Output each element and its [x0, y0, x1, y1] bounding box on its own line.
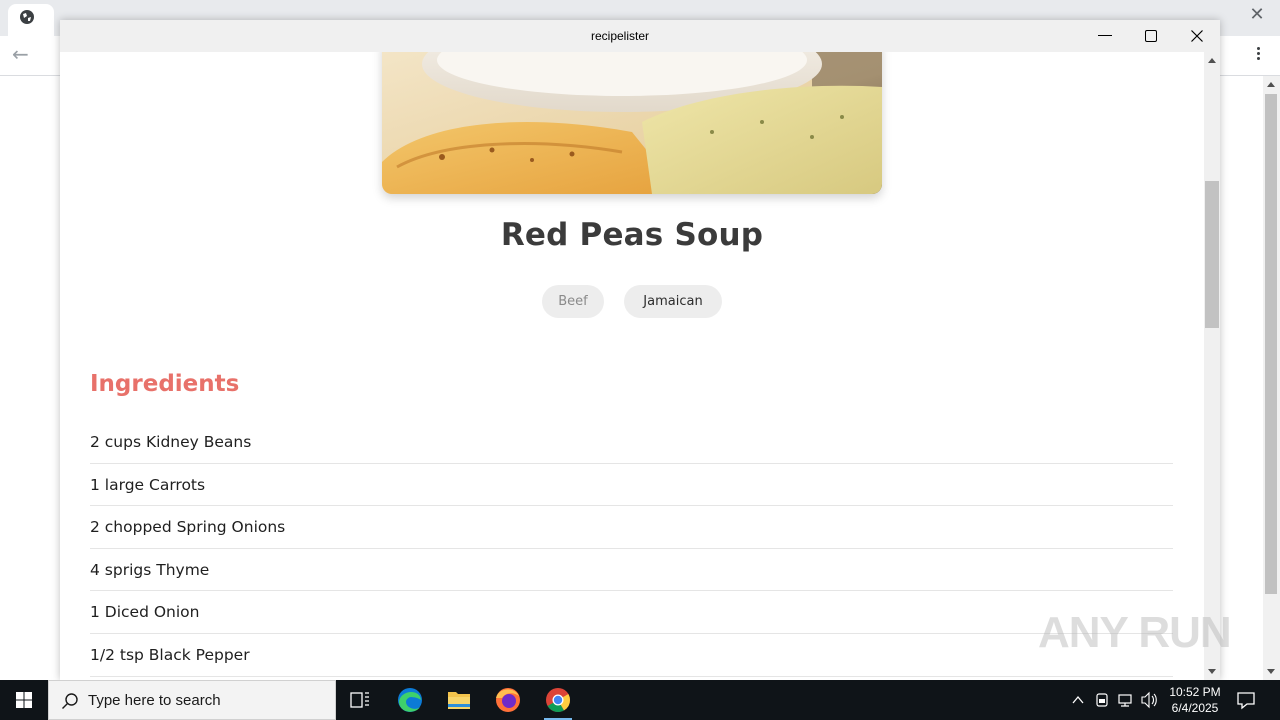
- search-placeholder: Type here to search: [88, 692, 221, 709]
- window-title: recipelister: [590, 29, 650, 43]
- edge-icon: [398, 688, 422, 712]
- app-scrollbar[interactable]: [1204, 52, 1220, 680]
- notification-icon[interactable]: [1236, 690, 1256, 710]
- scroll-up-arrow-icon[interactable]: [1267, 82, 1275, 87]
- clock-date: 6/4/2025: [1171, 701, 1219, 715]
- ingredients-list: 2 cups Kidney Beans 1 large Carrots 2 ch…: [90, 421, 1173, 677]
- scroll-up-arrow-icon[interactable]: [1208, 58, 1216, 63]
- maximize-icon: [1145, 30, 1157, 42]
- windows-logo-icon: [16, 692, 32, 708]
- chrome-icon: [546, 688, 570, 713]
- recipe-content: Red Peas Soup Beef Jamaican Ingredients …: [60, 52, 1204, 680]
- ingredients-heading: Ingredients: [90, 371, 240, 397]
- ingredient-item: 1 Diced Onion: [90, 591, 1173, 634]
- title-bar[interactable]: recipelister: [60, 20, 1220, 52]
- chevron-up-icon[interactable]: [1072, 695, 1084, 704]
- taskbar: Type here to search 10:52 PM 6/4/2025: [0, 680, 1280, 720]
- watermark-logo: ANY RUN: [1038, 608, 1232, 657]
- system-tray: [1068, 680, 1158, 720]
- ingredient-item: 4 sprigs Thyme: [90, 549, 1173, 592]
- taskbar-search-box[interactable]: Type here to search: [48, 680, 336, 720]
- file-explorer-button[interactable]: [435, 680, 483, 720]
- search-icon: [62, 693, 78, 709]
- clock-time: 10:52 PM: [1169, 685, 1221, 699]
- task-view-button[interactable]: [336, 680, 384, 720]
- meet-now-icon[interactable]: [1096, 693, 1108, 707]
- scroll-down-arrow-icon[interactable]: [1208, 669, 1216, 674]
- start-button[interactable]: [0, 680, 48, 720]
- ingredient-item: 2 cups Kidney Beans: [90, 421, 1173, 464]
- volume-icon[interactable]: [1141, 691, 1157, 709]
- scroll-down-arrow-icon[interactable]: [1267, 669, 1275, 674]
- task-view-icon: [350, 692, 369, 708]
- close-button[interactable]: [1174, 20, 1220, 52]
- ingredient-item: 1 large Carrots: [90, 464, 1173, 507]
- back-arrow-icon[interactable]: ←: [12, 44, 32, 64]
- recipe-image: [382, 52, 882, 194]
- minimize-icon: [1098, 35, 1112, 36]
- maximize-button[interactable]: [1128, 20, 1174, 52]
- tag-cuisine[interactable]: Jamaican: [624, 285, 722, 318]
- browser-scrollbar[interactable]: [1263, 76, 1280, 680]
- minimize-button[interactable]: [1082, 20, 1128, 52]
- firefox-button[interactable]: [484, 680, 532, 720]
- file-explorer-icon: [448, 692, 470, 709]
- tag-category[interactable]: Beef: [542, 285, 604, 318]
- chrome-button[interactable]: [534, 680, 582, 720]
- kebab-menu-icon[interactable]: [1250, 45, 1266, 65]
- firefox-icon: [496, 688, 520, 712]
- globe-icon: [20, 10, 34, 24]
- edge-button[interactable]: [386, 680, 434, 720]
- ingredient-item: 1/2 tsp Black Pepper: [90, 634, 1173, 677]
- network-icon[interactable]: [1118, 694, 1132, 707]
- ingredient-item: 2 chopped Spring Onions: [90, 506, 1173, 549]
- recipe-title: Red Peas Soup: [500, 217, 764, 253]
- app-window: recipelister Red Peas Soup Beef Jamaican…: [60, 20, 1220, 680]
- app-scrollbar-thumb[interactable]: [1205, 181, 1219, 328]
- browser-close-icon[interactable]: ✕: [1246, 4, 1268, 26]
- taskbar-clock[interactable]: 10:52 PM 6/4/2025: [1160, 680, 1230, 720]
- browser-scrollbar-thumb[interactable]: [1265, 94, 1277, 594]
- close-icon: [1191, 30, 1203, 42]
